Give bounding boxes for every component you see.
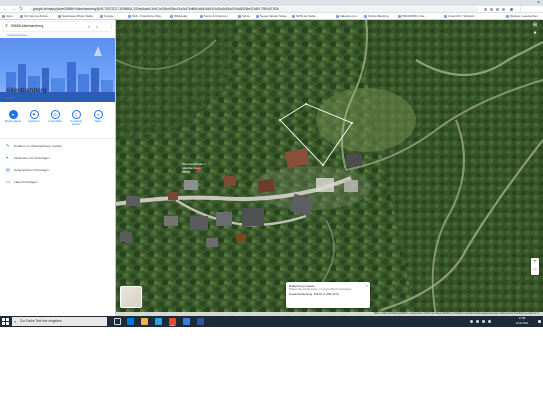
bookmark-item[interactable]: Ihr Internet-Zuhau...	[20, 13, 51, 20]
action-label: In der Nähe	[48, 120, 62, 123]
extension-icon[interactable]	[490, 8, 493, 11]
link-label: Problem zu 'Altenbamberg' melden	[14, 144, 62, 148]
search-icon[interactable]: ⌕	[88, 22, 90, 31]
close-icon[interactable]: ×	[366, 283, 368, 288]
nearby-button[interactable]: ◎ In der Nähe	[46, 110, 64, 123]
extension-icon[interactable]	[502, 8, 505, 11]
url-field[interactable]: google.de/maps/place/55566+Altenbamberg/…	[30, 7, 478, 12]
directions-icon: ➤	[8, 110, 18, 119]
task-view-icon[interactable]	[114, 318, 121, 325]
add-label-link[interactable]: ▭ Label hinzufügen	[6, 178, 112, 186]
bookmark-icon: ⚑	[29, 110, 39, 119]
account-icon[interactable]: ●	[532, 30, 538, 36]
link-label: Fehlenden Ort hinzufügen	[14, 156, 50, 160]
action-label: Teilen	[94, 120, 102, 123]
share-button[interactable]: ⋖ Teilen	[89, 110, 107, 123]
add-business-link[interactable]: ▤ Unternehmen hinzufügen	[6, 166, 112, 174]
word-icon[interactable]	[197, 318, 204, 325]
forward-icon[interactable]: →	[11, 6, 16, 13]
bookmark-item[interactable]: Unterricht / Wetterd...	[444, 13, 476, 20]
edge-icon[interactable]	[127, 318, 134, 325]
add-place-icon: ⌖	[6, 155, 9, 160]
bookmark-item[interactable]: FAZ - Frankfurter Allg...	[128, 13, 163, 20]
profile-avatar[interactable]	[510, 8, 513, 11]
bookmark-item[interactable]: SWR.de Nahe...	[292, 13, 318, 20]
link-label: Label hinzufügen	[14, 180, 38, 184]
bookmark-item[interactable]: Sparkasse Rhein-Nahe	[58, 13, 93, 20]
taskbar-search-input[interactable]: Zur Suche Text hier eingeben	[20, 317, 62, 326]
share-icon: ⋖	[93, 110, 103, 119]
reload-icon[interactable]: ↻	[19, 6, 23, 13]
save-button[interactable]: ⚑ Speichern	[25, 110, 43, 123]
bookmark-item[interactable]: Online-Banking	[364, 13, 389, 20]
taskbar-search[interactable]: ⌕ Zur Suche Text hier eingeben	[12, 317, 107, 326]
place-title: Altenbamberg	[6, 87, 47, 94]
battery-icon[interactable]	[482, 320, 485, 323]
bookmark-item[interactable]: PROMOBIL Libe...	[398, 13, 427, 20]
action-label: Speichern	[28, 120, 40, 123]
chrome-icon[interactable]	[169, 318, 176, 325]
measure-hint: Klicken Sie auf die Karte, um einen Pfad…	[289, 288, 352, 291]
search-box[interactable]: ≡ 55565 Altenbamberg ⌕ ×	[3, 22, 111, 31]
label-icon: ▭	[6, 179, 10, 184]
bookmark-item[interactable]: SZ.de	[238, 13, 250, 20]
search-icon: ⌕	[14, 319, 17, 324]
place-panel: ≡ 55565 Altenbamberg ⌕ × Umkreis suchen …	[0, 20, 116, 316]
link-label: Unternehmen hinzufügen	[14, 168, 49, 172]
apps-grid-icon[interactable]: ⊞	[532, 22, 538, 28]
taskbar: ⌕ Zur Suche Text hier eingeben 17:08 19.…	[0, 316, 543, 327]
clock-date: 19.02.2021	[515, 321, 529, 325]
bookmark-item[interactable]: Konto & Finanzen	[200, 13, 228, 20]
divider	[0, 138, 115, 139]
phone-icon: ▯	[71, 110, 81, 119]
back-icon[interactable]: ←	[3, 6, 8, 13]
bookmarks-bar: Apps Ihr Internet-Zuhau... Sparkasse Rhe…	[0, 13, 543, 20]
add-missing-place-link[interactable]: ⌖ Fehlenden Ort hinzufügen	[6, 154, 112, 162]
notifications-icon[interactable]	[538, 320, 541, 323]
browser-menu-icon[interactable]: ⋮	[518, 6, 523, 13]
bookmark-item[interactable]: Wikipedia	[170, 13, 187, 20]
svg-text:55565: 55565	[182, 170, 191, 174]
map-layer-toggle[interactable]	[120, 286, 142, 308]
edit-icon: ✎	[6, 143, 10, 148]
network-icon[interactable]	[470, 320, 473, 323]
volume-icon[interactable]	[476, 320, 479, 323]
windows-start-icon[interactable]	[2, 318, 9, 325]
business-icon: ▤	[6, 167, 10, 172]
zoom-out-button[interactable]: −	[531, 266, 539, 274]
bookmark-item[interactable]: Google	[100, 13, 114, 20]
language-icon[interactable]	[488, 320, 491, 323]
extension-icon[interactable]	[496, 8, 499, 11]
place-postcode: 55565	[6, 96, 15, 100]
mail-icon[interactable]	[183, 318, 190, 325]
search-input[interactable]: 55565 Altenbamberg	[11, 22, 43, 31]
satellite-map[interactable]: Weinbergstraße 1 Altenbamberg 55565 ⊞ ● …	[116, 20, 543, 316]
measure-distance: Gesamtentfernung: 119,24 m (391,20 ft)	[289, 292, 339, 297]
screen: × ← → ↻ google.de/maps/place/55566+Alten…	[0, 0, 543, 327]
zoom-in-button[interactable]: +	[531, 258, 539, 266]
bookmark-item[interactable]: Zalando.com	[336, 13, 357, 20]
taskbar-clock[interactable]: 17:08 19.02.2021	[507, 317, 537, 326]
nearby-icon: ◎	[50, 110, 60, 119]
satellite-imagery: Weinbergstraße 1 Altenbamberg 55565	[116, 20, 543, 316]
action-row: ➤ Routen-planer ⚑ Speichern ◎ In der Näh…	[4, 110, 112, 132]
clear-icon[interactable]: ×	[96, 22, 98, 31]
search-nearby-link[interactable]: Umkreis suchen	[7, 33, 27, 37]
measure-distance-card: Entfernung messen Klicken Sie auf die Ka…	[286, 282, 370, 308]
other-bookmarks[interactable]: Weitere Lesezeichen	[506, 13, 538, 20]
menu-icon[interactable]: ≡	[5, 22, 8, 31]
directions-button[interactable]: ➤ Routen-planer	[4, 110, 22, 123]
store-icon[interactable]	[155, 318, 162, 325]
extension-icon[interactable]	[484, 8, 487, 11]
zoom-control: + −	[531, 258, 539, 275]
file-explorer-icon[interactable]	[141, 318, 148, 325]
report-problem-link[interactable]: ✎ Problem zu 'Altenbamberg' melden	[6, 142, 112, 150]
bookmark-item[interactable]: Apps	[2, 13, 13, 20]
send-to-phone-button[interactable]: ▯ An Handy senden	[67, 110, 85, 126]
bookmark-item[interactable]: Neues Wetter Nahe...	[256, 13, 289, 20]
action-label: An Handy senden	[70, 120, 82, 126]
address-bar: ← → ↻ google.de/maps/place/55566+Altenba…	[0, 6, 543, 13]
action-label: Routen-planer	[4, 120, 22, 123]
